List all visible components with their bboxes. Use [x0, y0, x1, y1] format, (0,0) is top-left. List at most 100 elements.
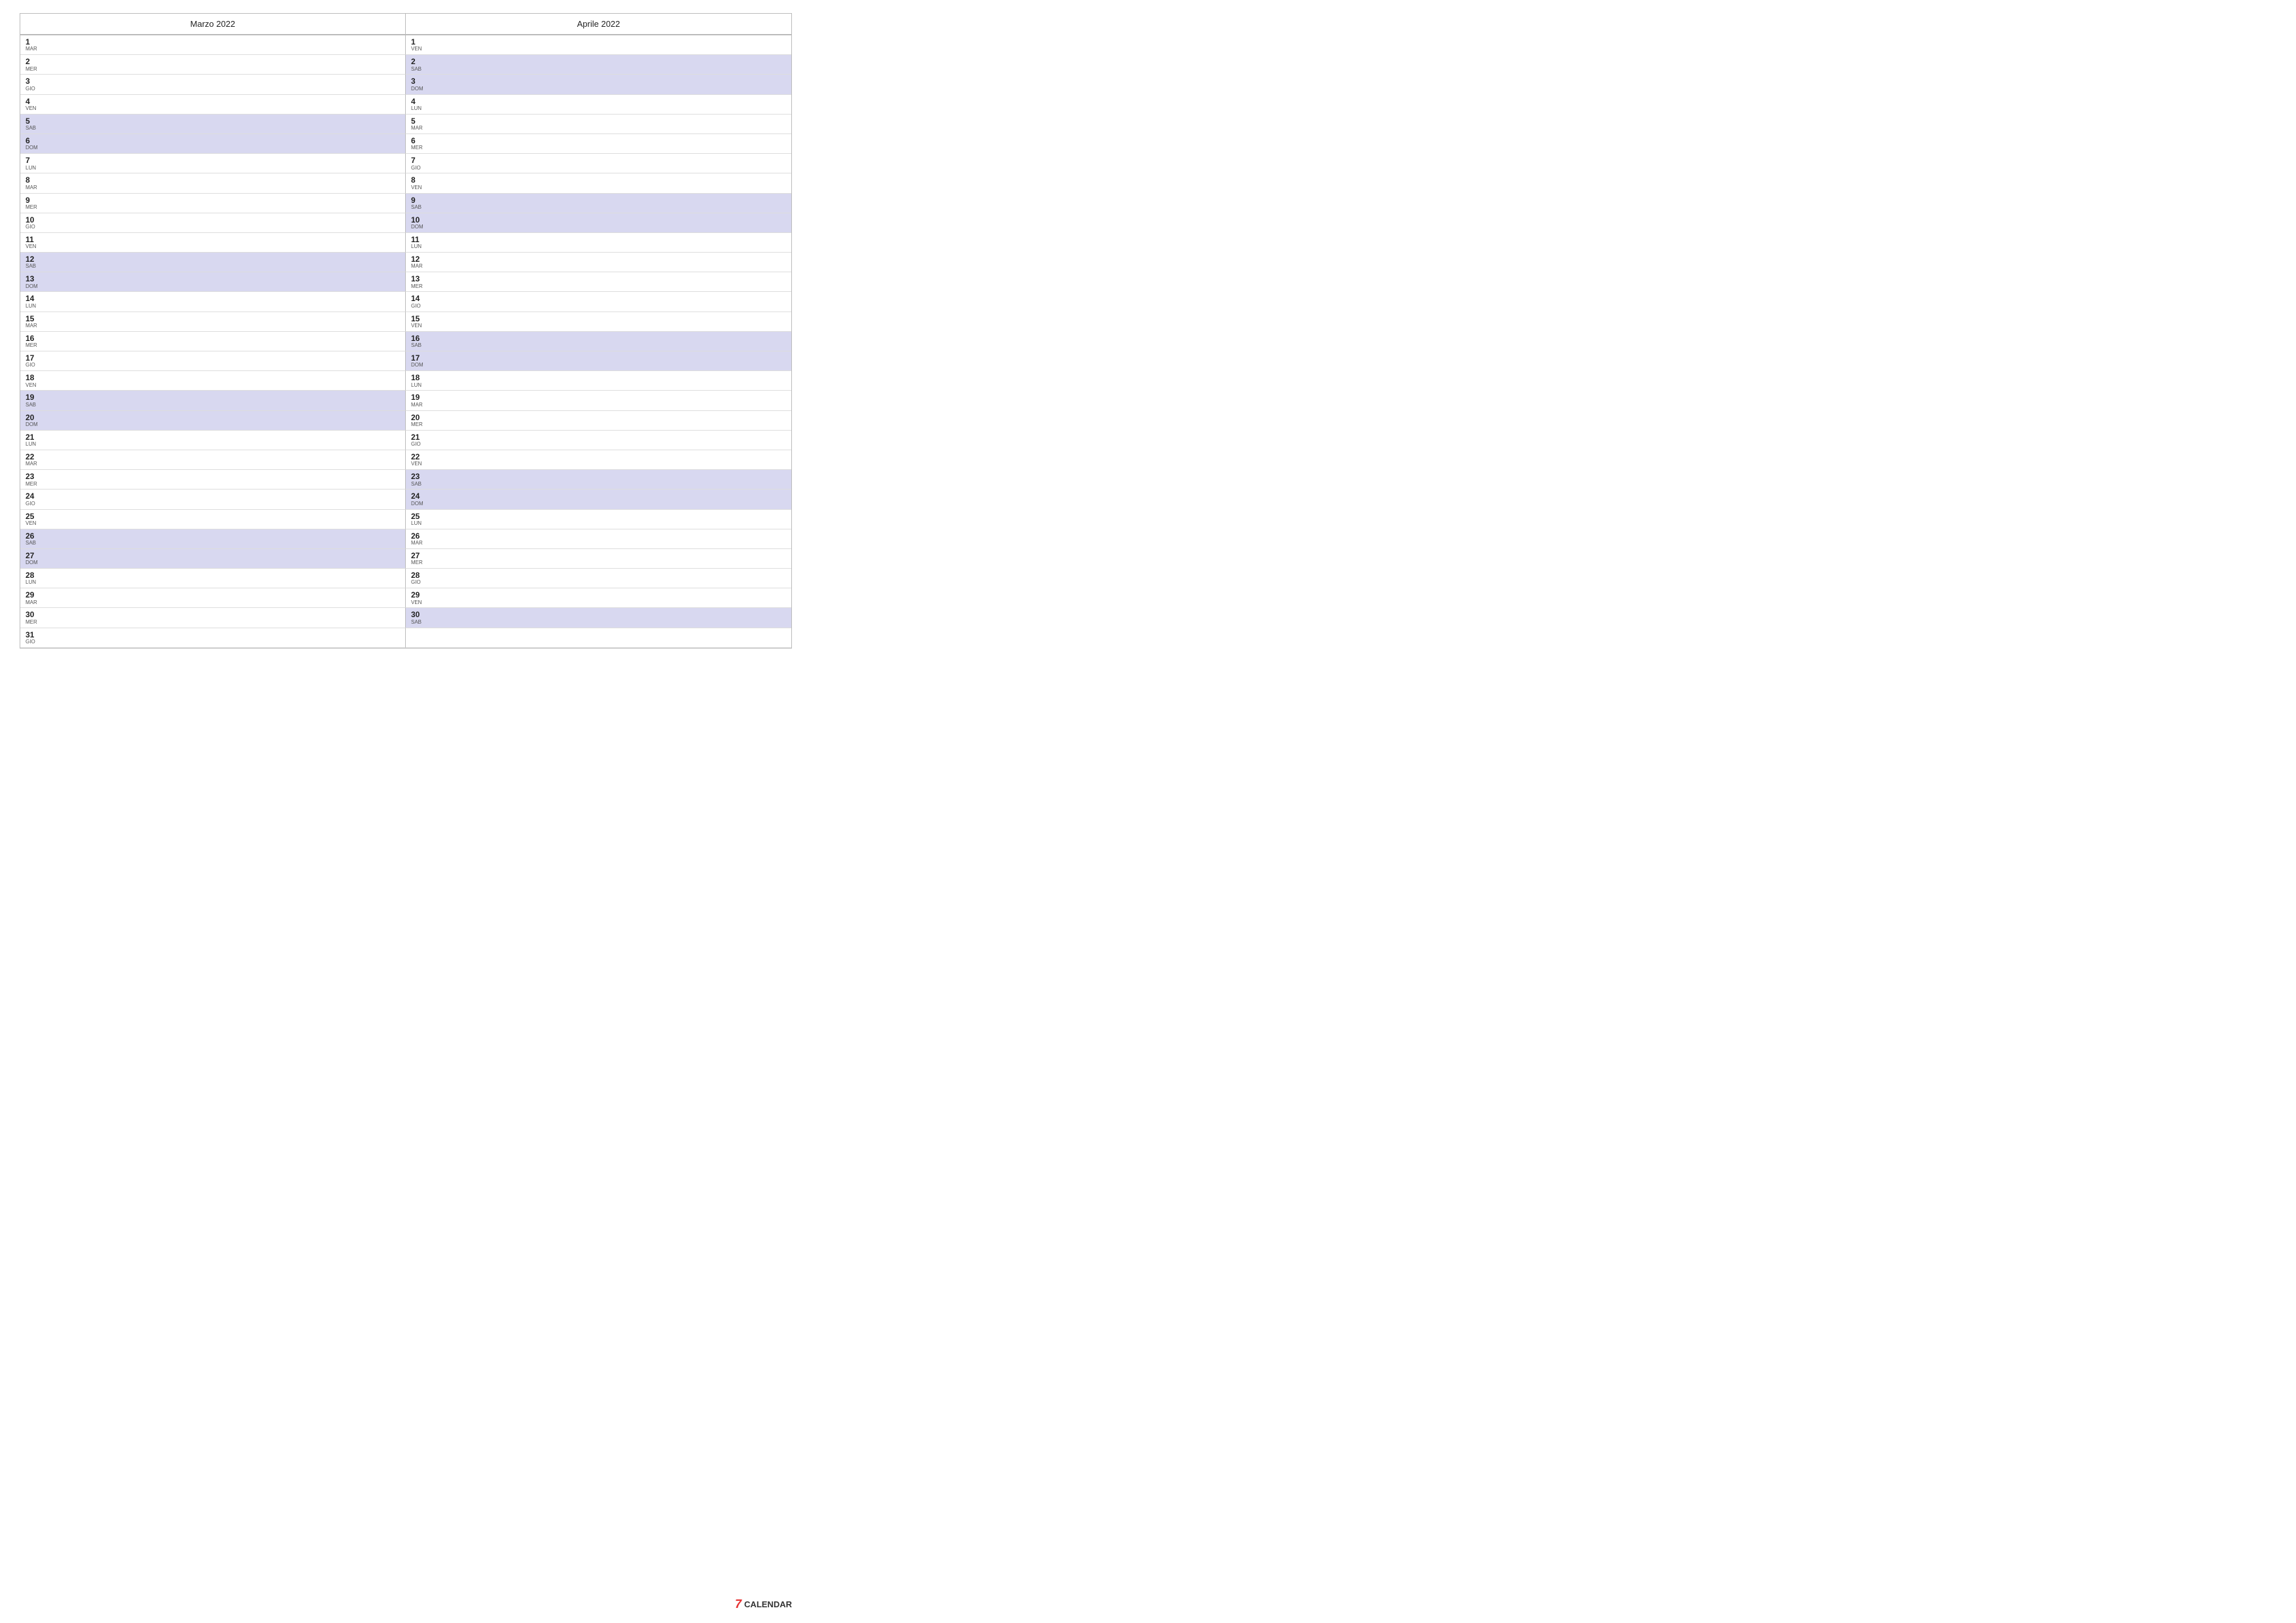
- day-name: GIO: [411, 580, 424, 586]
- day-number: 16: [26, 334, 39, 343]
- day-name: LUN: [411, 521, 424, 527]
- day-number: 22: [411, 452, 424, 461]
- day-name: MAR: [26, 323, 39, 329]
- day-info: 20 MER: [411, 413, 424, 428]
- day-name: DOM: [411, 86, 424, 92]
- day-info: 24 GIO: [26, 491, 39, 507]
- day-number: 29: [411, 590, 424, 599]
- days-row: 20 DOM 20 MER: [20, 411, 791, 431]
- day-info: 7 GIO: [411, 156, 424, 171]
- day-info: 14 LUN: [26, 294, 39, 309]
- day-name: SAB: [411, 67, 424, 73]
- days-row: 25 VEN 25 LUN: [20, 510, 791, 529]
- day-info: 2 MER: [26, 57, 39, 72]
- day-name: MER: [26, 482, 39, 488]
- march-day-18: 18 VEN: [20, 371, 406, 391]
- april-day-3: 3 DOM: [406, 75, 791, 94]
- march-day-1: 1 MAR: [20, 35, 406, 55]
- day-name: VEN: [411, 46, 424, 52]
- april-day-6: 6 MER: [406, 134, 791, 154]
- day-name: MER: [411, 560, 424, 566]
- day-info: 1 VEN: [411, 37, 424, 52]
- day-name: VEN: [26, 383, 39, 389]
- day-name: DOM: [26, 422, 39, 428]
- day-info: 13 MER: [411, 274, 424, 289]
- day-info: 26 MAR: [411, 531, 424, 546]
- day-name: MAR: [26, 46, 39, 52]
- day-info: 21 GIO: [411, 433, 424, 448]
- march-day-16: 16 MER: [20, 332, 406, 351]
- days-row: 26 SAB 26 MAR: [20, 529, 791, 549]
- day-number: 15: [411, 314, 424, 323]
- day-number: 14: [411, 294, 424, 303]
- days-row: 30 MER 30 SAB: [20, 608, 791, 628]
- day-name: MAR: [26, 600, 39, 606]
- day-name: DOM: [26, 145, 39, 151]
- day-number: 12: [26, 255, 39, 264]
- march-day-23: 23 MER: [20, 470, 406, 490]
- april-day-8: 8 VEN: [406, 173, 791, 193]
- days-row: 13 DOM 13 MER: [20, 272, 791, 292]
- april-day-27: 27 MER: [406, 549, 791, 569]
- march-day-3: 3 GIO: [20, 75, 406, 94]
- day-info: 3 GIO: [26, 77, 39, 92]
- april-day-7: 7 GIO: [406, 154, 791, 173]
- day-name: MER: [411, 145, 424, 151]
- days-row: 23 MER 23 SAB: [20, 470, 791, 490]
- april-day-16: 16 SAB: [406, 332, 791, 351]
- day-number: 27: [411, 551, 424, 560]
- march-day-20: 20 DOM: [20, 411, 406, 431]
- day-info: 12 SAB: [26, 255, 39, 270]
- april-day-12: 12 MAR: [406, 253, 791, 272]
- day-info: 30 SAB: [411, 610, 424, 625]
- day-name: MAR: [411, 126, 424, 132]
- day-info: 17 GIO: [26, 353, 39, 368]
- day-info: 23 SAB: [411, 472, 424, 487]
- days-row: 5 SAB 5 MAR: [20, 115, 791, 134]
- day-info: 19 MAR: [411, 393, 424, 408]
- day-info: 27 DOM: [26, 551, 39, 566]
- day-name: DOM: [26, 284, 39, 290]
- day-number: 20: [26, 413, 39, 422]
- day-name: SAB: [411, 205, 424, 211]
- day-number: 5: [411, 116, 424, 126]
- march-day-13: 13 DOM: [20, 272, 406, 292]
- days-row: 11 VEN 11 LUN: [20, 233, 791, 253]
- day-name: LUN: [26, 442, 39, 448]
- day-name: SAB: [26, 264, 39, 270]
- day-number: 1: [411, 37, 424, 46]
- day-number: 21: [411, 433, 424, 442]
- days-row: 3 GIO 3 DOM: [20, 75, 791, 94]
- april-day-19: 19 MAR: [406, 391, 791, 410]
- day-info: 4 LUN: [411, 97, 424, 112]
- march-day-24: 24 GIO: [20, 490, 406, 509]
- day-name: MAR: [411, 264, 424, 270]
- days-row: 27 DOM 27 MER: [20, 549, 791, 569]
- day-number: 23: [411, 472, 424, 481]
- day-number: 24: [26, 491, 39, 501]
- day-number: 16: [411, 334, 424, 343]
- day-info: 27 MER: [411, 551, 424, 566]
- day-info: 13 DOM: [26, 274, 39, 289]
- march-day-4: 4 VEN: [20, 95, 406, 115]
- day-name: GIO: [26, 639, 39, 645]
- day-info: 5 SAB: [26, 116, 39, 132]
- day-number: 3: [411, 77, 424, 86]
- day-info: 8 MAR: [26, 175, 39, 190]
- days-row: 8 MAR 8 VEN: [20, 173, 791, 193]
- day-number: 30: [26, 610, 39, 619]
- day-name: MER: [26, 67, 39, 73]
- april-day-28: 28 GIO: [406, 569, 791, 588]
- day-info: 22 MAR: [26, 452, 39, 467]
- day-name: MAR: [26, 185, 39, 191]
- days-row: 2 MER 2 SAB: [20, 55, 791, 75]
- april-day-20: 20 MER: [406, 411, 791, 431]
- april-day-18: 18 LUN: [406, 371, 791, 391]
- day-info: 31 GIO: [26, 630, 39, 645]
- day-info: 24 DOM: [411, 491, 424, 507]
- day-number: 6: [26, 136, 39, 145]
- day-name: SAB: [26, 541, 39, 546]
- april-day-24: 24 DOM: [406, 490, 791, 509]
- april-day-15: 15 VEN: [406, 312, 791, 332]
- day-number: 2: [411, 57, 424, 66]
